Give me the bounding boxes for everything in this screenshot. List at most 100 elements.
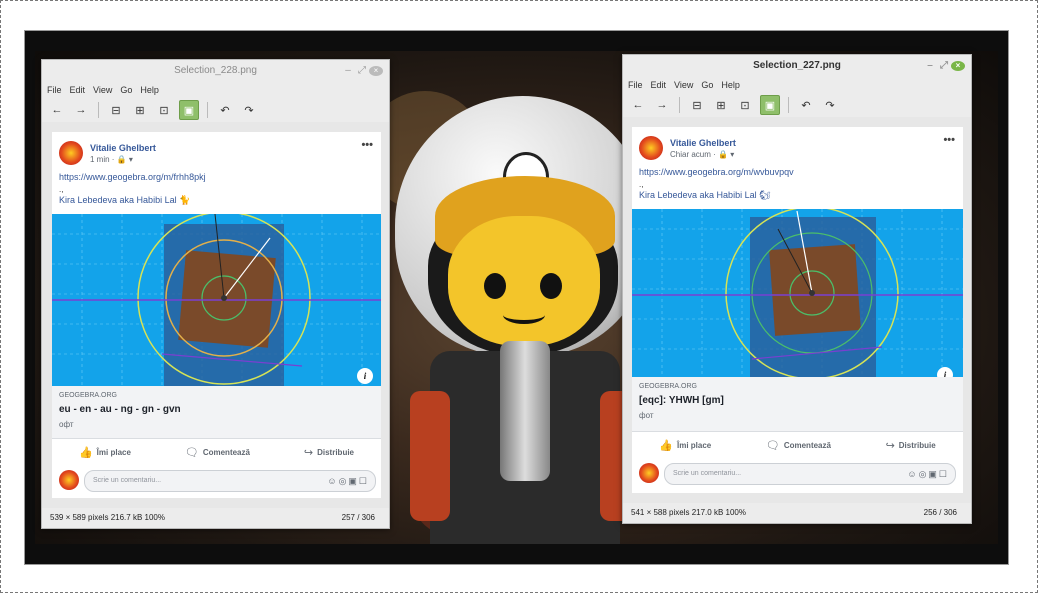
comment-input[interactable]: Scrie un comentariu... ☺◎▣☐ bbox=[664, 463, 956, 485]
forward-arrow-icon[interactable]: → bbox=[653, 96, 671, 114]
post-text: ., bbox=[639, 180, 644, 189]
close-icon[interactable]: × bbox=[369, 60, 383, 82]
rotate-left-icon[interactable]: ↶ bbox=[216, 101, 234, 119]
share-button[interactable]: ↪ Distribuie bbox=[886, 432, 936, 458]
share-icon: ↪ bbox=[303, 446, 314, 459]
author-name[interactable]: Vitalie Ghelbert bbox=[90, 143, 156, 153]
zoom-out-icon[interactable]: ⊟ bbox=[107, 101, 125, 119]
menu-file[interactable]: File bbox=[628, 80, 643, 90]
post-link[interactable]: https://www.geogebra.org/m/frhh8pkj bbox=[59, 172, 206, 182]
geogebra-preview-image[interactable]: i bbox=[632, 209, 963, 381]
post-meta: Chiar acum · 🔒 ▾ bbox=[670, 150, 735, 159]
image-index: 257 / 306 bbox=[341, 513, 375, 522]
more-options-icon[interactable]: ••• bbox=[361, 139, 373, 151]
avatar[interactable] bbox=[639, 136, 663, 160]
preview-source: GEOGEBRA.ORG bbox=[639, 383, 697, 390]
toolbar: ← → ⊟ ⊞ ⊡ ▣ ↶ ↷ bbox=[42, 98, 389, 122]
preview-title: eu - en - au - ng - gn - gvn bbox=[59, 404, 181, 415]
minimize-icon[interactable]: – bbox=[923, 55, 937, 77]
share-button[interactable]: ↪ Distribuie bbox=[304, 439, 354, 465]
image-viewer-window-left[interactable]: Selection_228.png – ⤢ × File Edit View Go Help… bbox=[41, 59, 390, 529]
avatar[interactable] bbox=[59, 141, 83, 165]
menu-edit[interactable]: Edit bbox=[651, 80, 667, 90]
menu-help[interactable]: Help bbox=[140, 85, 159, 95]
link-preview[interactable]: GEOGEBRA.ORG [eqc]: YHWH [gm] фот bbox=[632, 377, 963, 431]
preview-title: [eqc]: YHWH [gm] bbox=[639, 395, 724, 406]
rotate-right-icon[interactable]: ↷ bbox=[821, 96, 839, 114]
menu-help[interactable]: Help bbox=[721, 80, 740, 90]
info-icon[interactable]: i bbox=[357, 368, 373, 384]
post-actions: 👍 Îmi place 🗨 Comentează ↪ Distribuie bbox=[632, 431, 963, 458]
mention-link[interactable]: Kira Lebedeva aka Habibi Lal 🐈 bbox=[59, 195, 190, 206]
statusbar: 541 × 588 pixels 217.0 kB 100% 256 / 306 bbox=[623, 503, 971, 523]
post-actions: 👍 Îmi place 🗨 Comentează ↪ Distribuie bbox=[52, 438, 381, 465]
toolbar: ← → ⊟ ⊞ ⊡ ▣ ↶ ↷ bbox=[623, 93, 971, 117]
post-link[interactable]: https://www.geogebra.org/m/wvbuvpqv bbox=[639, 167, 794, 177]
comment-button[interactable]: 🗨 Comentează bbox=[766, 432, 831, 458]
preview-description: фот bbox=[639, 411, 654, 420]
titlebar[interactable]: Selection_227.png – ⤢ × bbox=[623, 55, 971, 77]
mention-link[interactable]: Kira Lebedeva aka Habibi Lal 🐿 bbox=[639, 190, 771, 201]
link-preview[interactable]: GEOGEBRA.ORG eu - en - au - ng - gn - gv… bbox=[52, 386, 381, 438]
image-viewer-window-right[interactable]: Selection_227.png – ⤢ × File Edit View Go Help… bbox=[622, 54, 972, 524]
best-fit-icon[interactable]: ▣ bbox=[179, 100, 199, 120]
geogebra-preview-image[interactable]: i bbox=[52, 214, 381, 386]
comment-icon: 🗨 bbox=[184, 446, 199, 459]
menubar: File Edit View Go Help bbox=[623, 77, 971, 93]
best-fit-icon[interactable]: ▣ bbox=[760, 95, 780, 115]
more-options-icon[interactable]: ••• bbox=[943, 134, 955, 146]
preview-source: GEOGEBRA.ORG bbox=[59, 392, 117, 399]
thumbs-up-icon: 👍 bbox=[659, 439, 673, 452]
comment-tools-icons[interactable]: ☺◎▣☐ bbox=[907, 464, 949, 484]
statusbar: 539 × 589 pixels 216.7 kB 100% 257 / 306 bbox=[42, 508, 389, 528]
facebook-post: Vitalie Ghelbert Chiar acum · 🔒 ▾ ••• ht… bbox=[632, 127, 963, 493]
comment-row: Scrie un comentariu... ☺◎▣☐ bbox=[52, 468, 381, 494]
window-title: Selection_227.png bbox=[753, 60, 841, 71]
rotate-left-icon[interactable]: ↶ bbox=[797, 96, 815, 114]
close-icon[interactable]: × bbox=[951, 55, 965, 77]
menu-go[interactable]: Go bbox=[701, 80, 713, 90]
like-button[interactable]: 👍 Îmi place bbox=[79, 439, 131, 465]
zoom-out-icon[interactable]: ⊟ bbox=[688, 96, 706, 114]
image-info: 539 × 589 pixels 216.7 kB 100% bbox=[50, 513, 165, 522]
image-viewport[interactable]: Vitalie Ghelbert 1 min · 🔒 ▾ ••• https:/… bbox=[42, 122, 389, 508]
facebook-post: Vitalie Ghelbert 1 min · 🔒 ▾ ••• https:/… bbox=[52, 132, 381, 498]
zoom-in-icon[interactable]: ⊞ bbox=[712, 96, 730, 114]
comment-tools-icons[interactable]: ☺◎▣☐ bbox=[327, 471, 369, 491]
avatar bbox=[639, 463, 659, 483]
maximize-icon[interactable]: ⤢ bbox=[355, 60, 369, 82]
titlebar[interactable]: Selection_228.png – ⤢ × bbox=[42, 60, 389, 82]
maximize-icon[interactable]: ⤢ bbox=[937, 55, 951, 77]
menubar: File Edit View Go Help bbox=[42, 82, 389, 98]
menu-go[interactable]: Go bbox=[120, 85, 132, 95]
comment-row: Scrie un comentariu... ☺◎▣☐ bbox=[632, 461, 963, 487]
comment-button[interactable]: 🗨 Comentează bbox=[185, 439, 250, 465]
minimize-icon[interactable]: – bbox=[341, 60, 355, 82]
zoom-normal-icon[interactable]: ⊡ bbox=[736, 96, 754, 114]
zoom-in-icon[interactable]: ⊞ bbox=[131, 101, 149, 119]
author-name[interactable]: Vitalie Ghelbert bbox=[670, 138, 736, 148]
image-index: 256 / 306 bbox=[923, 508, 957, 517]
playmobil-astronaut-figure bbox=[390, 76, 660, 544]
image-viewport[interactable]: Vitalie Ghelbert Chiar acum · 🔒 ▾ ••• ht… bbox=[623, 117, 971, 503]
back-arrow-icon[interactable]: ← bbox=[629, 96, 647, 114]
menu-file[interactable]: File bbox=[47, 85, 62, 95]
post-meta: 1 min · 🔒 ▾ bbox=[90, 155, 133, 164]
preview-description: офт bbox=[59, 420, 74, 429]
image-info: 541 × 588 pixels 217.0 kB 100% bbox=[631, 508, 746, 517]
window-title: Selection_228.png bbox=[174, 65, 257, 76]
like-button[interactable]: 👍 Îmi place bbox=[659, 432, 711, 458]
forward-arrow-icon[interactable]: → bbox=[72, 101, 90, 119]
post-text: ., bbox=[59, 185, 64, 194]
share-icon: ↪ bbox=[885, 439, 895, 452]
rotate-right-icon[interactable]: ↷ bbox=[240, 101, 258, 119]
thumbs-up-icon: 👍 bbox=[78, 446, 93, 459]
comment-input[interactable]: Scrie un comentariu... ☺◎▣☐ bbox=[84, 470, 376, 492]
menu-edit[interactable]: Edit bbox=[70, 85, 86, 95]
comment-icon: 🗨 bbox=[765, 439, 780, 452]
avatar bbox=[59, 470, 79, 490]
zoom-normal-icon[interactable]: ⊡ bbox=[155, 101, 173, 119]
menu-view[interactable]: View bbox=[93, 85, 112, 95]
menu-view[interactable]: View bbox=[674, 80, 693, 90]
back-arrow-icon[interactable]: ← bbox=[48, 101, 66, 119]
